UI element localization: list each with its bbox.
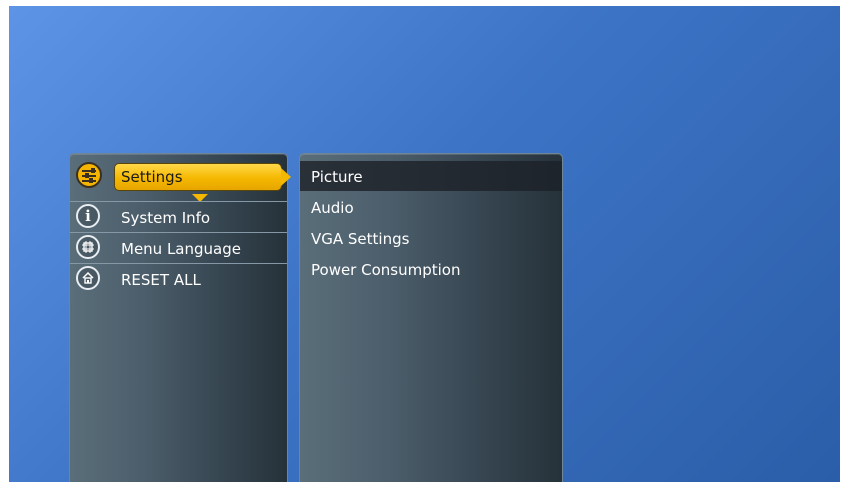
menu-item-label: System Info <box>121 209 211 227</box>
submenu-item-audio[interactable]: Audio <box>300 192 562 222</box>
menu-item-label: Settings <box>121 168 183 186</box>
submenu-item-label: Picture <box>311 168 363 186</box>
menu-item-menu-language[interactable]: Menu Language <box>70 233 287 264</box>
menu-item-settings[interactable]: Settings <box>70 160 291 202</box>
tv-screen: Settings i System Info Menu Language RES… <box>9 6 840 482</box>
menu-item-reset-all[interactable]: RESET ALL <box>70 264 287 294</box>
submenu-item-label: Power Consumption <box>311 261 461 279</box>
settings-sliders-icon <box>76 162 102 188</box>
submenu-item-power-consumption[interactable]: Power Consumption <box>300 254 562 284</box>
sub-menu-panel: Picture Audio VGA Settings Power Consump… <box>299 153 563 482</box>
submenu-item-vga-settings[interactable]: VGA Settings <box>300 223 562 253</box>
menu-item-system-info[interactable]: i System Info <box>70 202 287 233</box>
arrow-right-icon <box>281 168 291 186</box>
submenu-item-label: VGA Settings <box>311 230 410 248</box>
main-menu-panel: Settings i System Info Menu Language RES… <box>69 153 291 482</box>
info-icon: i <box>76 204 100 228</box>
menu-item-label: Menu Language <box>121 240 241 258</box>
settings-highlight[interactable]: Settings <box>114 163 282 191</box>
submenu-item-picture[interactable]: Picture <box>300 161 562 191</box>
submenu-item-label: Audio <box>311 199 354 217</box>
home-reset-icon <box>76 266 100 290</box>
language-icon <box>76 235 100 259</box>
menu-item-label: RESET ALL <box>121 271 201 289</box>
